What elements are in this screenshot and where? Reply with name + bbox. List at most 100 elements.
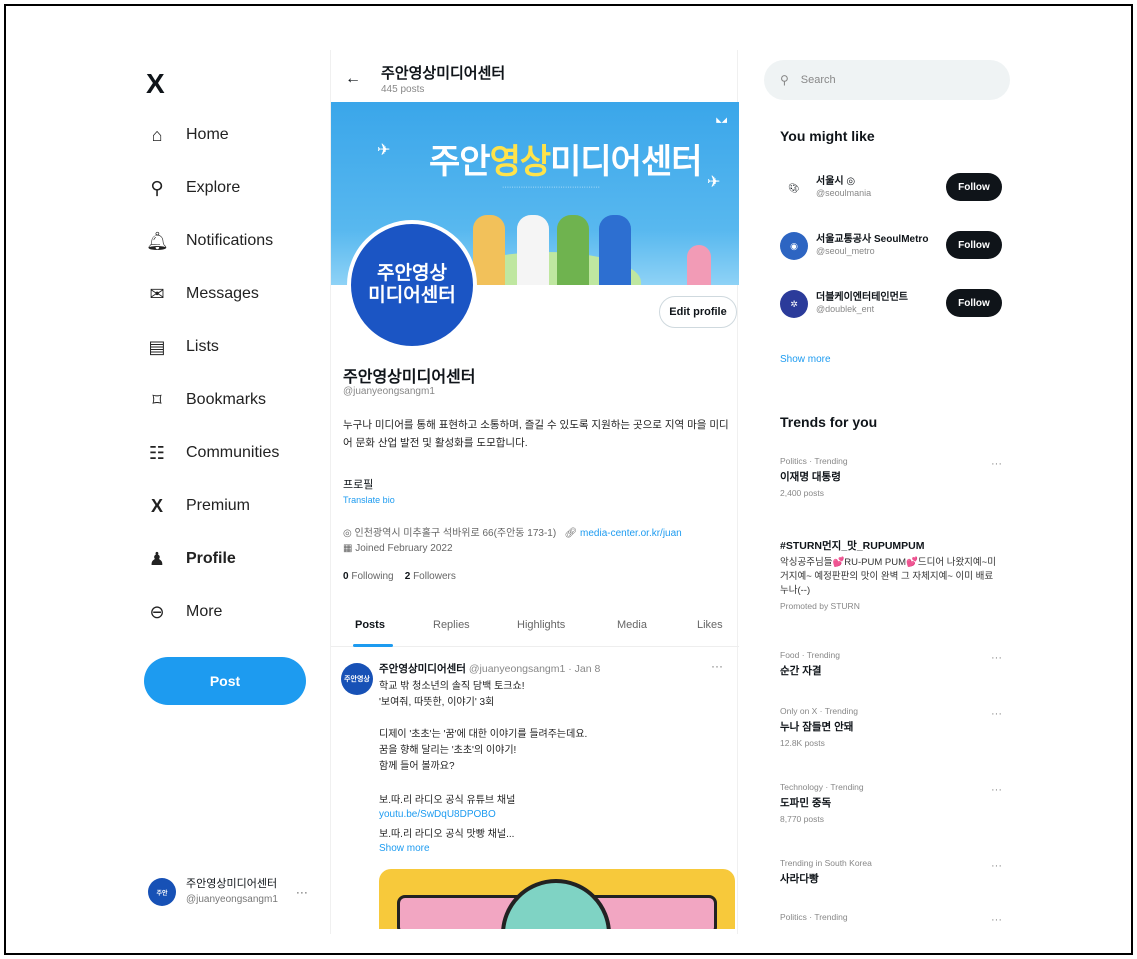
- nav-item-label: Notifications: [186, 232, 274, 249]
- image-shape: [501, 879, 611, 929]
- illustrated-person: [473, 215, 505, 285]
- trend-item[interactable]: Politics · Trending 이재명 대통령 2,400 posts …: [780, 456, 1008, 498]
- follow-button[interactable]: Follow: [946, 289, 1002, 317]
- rocket-icon: ✈: [707, 174, 721, 191]
- following-label: Following: [351, 571, 394, 582]
- nav-item-label: Home: [186, 126, 229, 143]
- profile-handle: @juanyeongsangm1: [343, 386, 435, 397]
- edit-profile-button[interactable]: Edit profile: [659, 296, 737, 328]
- illustrated-person: [599, 215, 631, 285]
- profile-name: 주안영상미디어센터: [343, 369, 476, 386]
- tweet[interactable]: 주안영상 주안영상미디어센터 @juanyeongsangm1 · Jan 8 …: [331, 647, 739, 934]
- doublek-logo-icon: ✲: [780, 290, 808, 318]
- suggestion-item[interactable]: ✲ 더블케이엔터테인먼트 @doublek_ent Follow: [778, 286, 1008, 326]
- bell-icon: 🔔︎: [146, 230, 169, 251]
- banner-title-part: 미디어: [550, 143, 642, 181]
- seoul-logo-icon: 🎨︎: [780, 174, 808, 202]
- more-dots-icon[interactable]: ···: [991, 860, 1002, 872]
- translate-bio-link[interactable]: Translate bio: [343, 495, 395, 505]
- tweet-link[interactable]: youtu.be/SwDqU8DPOBO: [379, 809, 496, 820]
- nav-item-label: Communities: [186, 444, 280, 461]
- trend-name: 이재명 대통령: [780, 471, 841, 483]
- tab-replies[interactable]: Replies: [433, 619, 470, 631]
- following-count: 0: [343, 571, 349, 582]
- more-dots-icon[interactable]: ···: [991, 784, 1002, 796]
- profile-column: ← 주안영상미디어센터 445 posts ✈ ✈ ◣◢ 주안영상미디어센터 ·…: [330, 50, 739, 934]
- tab-likes[interactable]: Likes: [697, 619, 723, 631]
- nav-item-home[interactable]: ⌂ Home: [146, 120, 229, 150]
- profile-label: 프로필: [343, 479, 374, 491]
- tab-media[interactable]: Media: [617, 619, 647, 631]
- suggestion-name: 서울교통공사 SeoulMetro: [816, 234, 929, 245]
- avatar: 주안: [148, 878, 176, 906]
- follow-button[interactable]: Follow: [946, 231, 1002, 259]
- metro-logo-icon: ◉: [780, 232, 808, 260]
- trend-name: #STURN먼지_맛_RUPUMPUM: [780, 540, 925, 552]
- nav-item-explore[interactable]: ⚲ Explore: [146, 173, 240, 203]
- nav-item-premium[interactable]: X Premium: [146, 491, 250, 521]
- more-dots-icon[interactable]: ···: [991, 914, 1002, 926]
- nav-item-label: Lists: [186, 338, 219, 355]
- back-arrow-icon[interactable]: ←: [345, 70, 361, 88]
- tweet-text-line: 학교 밖 청소년의 솔직 담백 토크쇼!: [379, 681, 525, 692]
- suggestion-item[interactable]: ◉ 서울교통공사 SeoulMetro @seoul_metro Follow: [778, 228, 1008, 268]
- account-handle: @juanyeongsangm1: [186, 894, 278, 905]
- promoted-trend[interactable]: #STURN먼지_맛_RUPUMPUM 악싱공주님들💕RU-PUM PUM💕드디…: [780, 536, 1008, 611]
- profile-tabs: Posts Replies Highlights Media Likes: [331, 603, 739, 647]
- account-switcher[interactable]: 주안 주안영상미디어센터 @juanyeongsangm1 ···: [148, 872, 318, 912]
- trend-item[interactable]: Technology · Trending 도파민 중독 8,770 posts…: [780, 782, 1008, 824]
- trend-description: 악싱공주님들💕RU-PUM PUM💕드디어 나왔지예~미거지예~ 예정판판의 맛…: [780, 557, 996, 596]
- illustrated-person: [557, 215, 589, 285]
- nav-item-bookmarks[interactable]: ⌑ Bookmarks: [146, 385, 266, 415]
- tab-posts[interactable]: Posts: [355, 619, 385, 631]
- calendar-icon: ▦: [343, 543, 356, 554]
- trend-item[interactable]: Trending in South Korea 사라다빵 ···: [780, 858, 1008, 886]
- trend-meta: Technology · Trending: [780, 782, 864, 792]
- trend-item[interactable]: Only on X · Trending 누나 잠들면 안돼 12.8K pos…: [780, 706, 1008, 748]
- followers-link[interactable]: 2 Followers: [405, 571, 456, 582]
- trend-count: 12.8K posts: [780, 738, 825, 748]
- nav-item-more[interactable]: ⊖ More: [146, 597, 222, 627]
- show-more-link[interactable]: Show more: [780, 354, 831, 365]
- x-logo-icon[interactable]: X: [146, 68, 165, 100]
- follow-button[interactable]: Follow: [946, 173, 1002, 201]
- more-dots-icon[interactable]: ···: [711, 659, 723, 673]
- banner-title-part: 센터: [640, 143, 703, 181]
- nav-item-profile[interactable]: ♟ Profile: [146, 544, 236, 574]
- more-dots-icon[interactable]: ···: [991, 458, 1002, 470]
- more-dots-icon[interactable]: ···: [991, 652, 1002, 664]
- suggestion-name: 서울시 ◎: [816, 176, 856, 187]
- tweet-author-name[interactable]: 주안영상미디어센터: [379, 663, 466, 675]
- following-link[interactable]: 0 Following: [343, 571, 394, 582]
- more-dots-icon[interactable]: ···: [991, 708, 1002, 720]
- tweet-media-image[interactable]: [379, 869, 735, 929]
- trend-meta: Only on X · Trending: [780, 706, 858, 716]
- search-icon: ⚲: [780, 73, 789, 87]
- search-input[interactable]: ⚲ Search: [764, 60, 1010, 100]
- nav-item-communities[interactable]: ☷ Communities: [146, 438, 279, 468]
- profile-avatar[interactable]: 주안영상 미디어센터: [347, 220, 477, 350]
- nav-item-lists[interactable]: ▤ Lists: [146, 332, 219, 362]
- list-icon: ▤: [148, 336, 166, 357]
- x-profile-page: X ⌂ Home ⚲ Explore 🔔︎ Notifications ✉ Me…: [134, 50, 1022, 934]
- post-button[interactable]: Post: [144, 657, 306, 705]
- show-more-link[interactable]: Show more: [379, 843, 430, 854]
- account-name: 주안영상미디어센터: [186, 878, 278, 890]
- trend-count: 8,770 posts: [780, 814, 824, 824]
- you-might-like-title: You might like: [780, 128, 875, 144]
- brand-logo: ◣◢: [716, 117, 727, 124]
- trend-item[interactable]: Food · Trending 순간 자결 ···: [780, 650, 1008, 678]
- nav-item-label: Explore: [186, 179, 241, 196]
- tweet-meta: @juanyeongsangm1 · Jan 8: [468, 663, 601, 675]
- suggestion-item[interactable]: 🎨︎ 서울시 ◎ @seoulmania Follow: [778, 170, 1008, 210]
- follow-stats: 0 Following 2 Followers: [343, 571, 456, 582]
- profile-website-link[interactable]: media-center.or.kr/juan: [580, 528, 682, 539]
- nav-item-messages[interactable]: ✉ Messages: [146, 279, 258, 309]
- trend-item[interactable]: Politics · Trending ···: [780, 912, 1008, 926]
- avatar[interactable]: 주안영상: [341, 663, 373, 695]
- nav-item-notifications[interactable]: 🔔︎ Notifications: [146, 226, 273, 256]
- tab-highlights[interactable]: Highlights: [517, 619, 565, 631]
- trend-count: 2,400 posts: [780, 488, 824, 498]
- more-dots-icon[interactable]: ···: [296, 885, 308, 899]
- more-circle-icon: ⊖: [149, 601, 165, 622]
